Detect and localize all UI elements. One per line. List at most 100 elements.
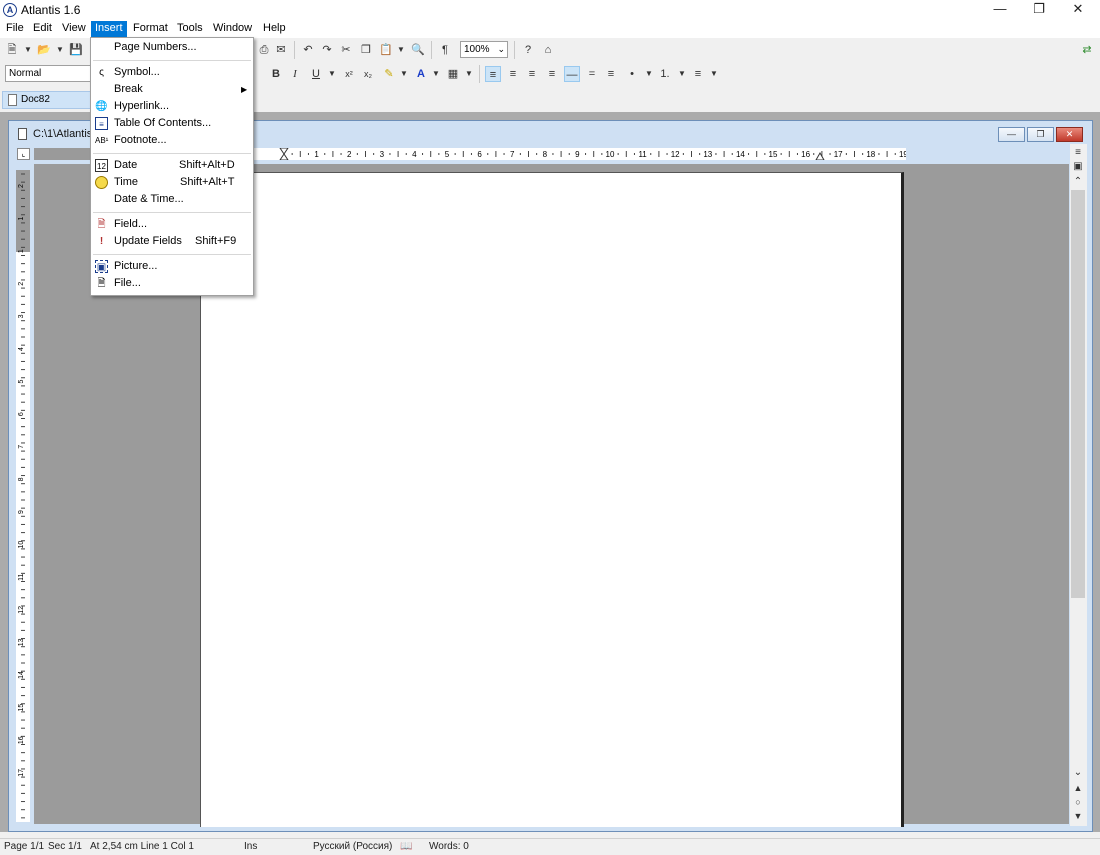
bullets-dropdown-icon[interactable]: ▼: [645, 66, 653, 82]
tab-doc82[interactable]: Doc82: [2, 91, 91, 109]
menu-item-field[interactable]: 🗎 Field...: [91, 216, 253, 233]
line-spacing-icon[interactable]: =: [584, 66, 600, 82]
menu-item-time[interactable]: Time Shift+Alt+T: [91, 174, 253, 191]
ruler-number: 3: [18, 314, 25, 318]
menu-format[interactable]: Format: [129, 21, 172, 38]
ruler-number: 1: [18, 249, 25, 253]
font-color-dropdown-icon[interactable]: ▼: [432, 66, 440, 82]
scroll-down-icon[interactable]: ⌄: [1071, 765, 1085, 781]
borders-icon[interactable]: ▦: [445, 66, 461, 82]
print-preview-icon[interactable]: ⎙: [256, 42, 272, 58]
menu-insert[interactable]: Insert: [91, 21, 127, 38]
open-folder-icon[interactable]: 📂: [36, 42, 52, 58]
app-title: Atlantis 1.6: [21, 3, 81, 17]
menu-edit[interactable]: Edit: [29, 21, 56, 38]
horizontal-ruler[interactable]: 1 2 3 4 5 6 7 8 9 10 11 12 13 14 15 16 17 18 19: [254, 148, 906, 160]
status-section: Sec 1/1: [48, 841, 82, 852]
justify-icon[interactable]: ≡: [544, 66, 560, 82]
highlight-icon[interactable]: ✎: [381, 66, 397, 82]
menu-item-date[interactable]: 12 Date Shift+Alt+D: [91, 157, 253, 174]
numbering-icon[interactable]: 1.: [657, 66, 673, 82]
document-page[interactable]: [200, 172, 904, 827]
multilevel-list-icon[interactable]: ≡: [690, 66, 706, 82]
scroll-up-icon[interactable]: ⌃: [1071, 174, 1085, 190]
minimize-icon[interactable]: —: [982, 0, 1018, 20]
menu-item-table-of-contents[interactable]: ≡ Table Of Contents...: [91, 115, 253, 132]
menu-item-date-time[interactable]: Date & Time...: [91, 191, 253, 208]
open-dropdown-icon[interactable]: ▼: [56, 42, 64, 58]
close-icon[interactable]: ✕: [1060, 0, 1096, 20]
superscript-icon[interactable]: x²: [341, 66, 357, 82]
ruler-number: 13: [18, 638, 25, 646]
underline-dropdown-icon[interactable]: ▼: [328, 66, 336, 82]
child-restore-icon[interactable]: ❐: [1027, 127, 1054, 142]
menu-item-page-numbers[interactable]: Page Numbers...: [91, 39, 253, 56]
vertical-ruler[interactable]: 211234567891011121314151617: [16, 170, 30, 822]
style-value: Normal: [9, 68, 42, 79]
new-dropdown-icon[interactable]: ▼: [24, 42, 32, 58]
field-icon: 🗎: [97, 219, 106, 230]
home-icon[interactable]: ⌂: [540, 42, 556, 58]
menu-help[interactable]: Help: [259, 21, 290, 38]
ruler-number: 1: [18, 217, 25, 221]
ruler-number: 14: [736, 150, 745, 159]
underline-icon[interactable]: U: [308, 66, 324, 82]
scrollbar-thumb[interactable]: [1071, 190, 1085, 598]
menu-item-footnote[interactable]: AB¹ Footnote...: [91, 132, 253, 149]
font-color-icon[interactable]: A: [413, 66, 429, 82]
find-icon[interactable]: 🔍: [410, 42, 426, 58]
highlight-dropdown-icon[interactable]: ▼: [400, 66, 408, 82]
help-icon[interactable]: ?: [520, 42, 536, 58]
bullets-icon[interactable]: •: [624, 66, 640, 82]
numbering-dropdown-icon[interactable]: ▼: [678, 66, 686, 82]
indent-marker-icon[interactable]: [279, 148, 289, 160]
new-document-icon[interactable]: 🗎: [4, 42, 20, 58]
sync-arrows-icon[interactable]: ⇄: [1079, 42, 1095, 58]
update-fields-icon: !: [99, 236, 104, 247]
ruler-number: 10: [606, 150, 615, 159]
menu-item-file[interactable]: 🗎 File...: [91, 275, 253, 292]
italic-icon[interactable]: I: [287, 66, 303, 82]
paste-icon[interactable]: 📋: [378, 42, 394, 58]
menu-item-hyperlink[interactable]: 🌐 Hyperlink...: [91, 98, 253, 115]
style-combo[interactable]: Normal: [5, 65, 91, 82]
ruler-number: 2: [18, 282, 25, 286]
save-icon[interactable]: 💾: [68, 42, 84, 58]
page-view-icon[interactable]: ▣: [1071, 159, 1085, 175]
cut-icon[interactable]: ✂: [338, 42, 354, 58]
copy-icon[interactable]: ❐: [358, 42, 374, 58]
subscript-icon[interactable]: x₂: [360, 66, 376, 82]
borders-dropdown-icon[interactable]: ▼: [465, 66, 473, 82]
restore-icon[interactable]: ❐: [1021, 0, 1057, 20]
pilcrow-icon[interactable]: ¶: [437, 42, 453, 58]
zoom-combo[interactable]: 100% ⌄: [460, 41, 508, 58]
menu-item-update-fields[interactable]: ! Update Fields Shift+F9: [91, 233, 253, 250]
menu-file[interactable]: File: [2, 21, 28, 38]
tab-stop-selector[interactable]: ⌞: [17, 148, 30, 160]
double-spacing-icon[interactable]: ≡: [603, 66, 619, 82]
next-page-icon[interactable]: ▼: [1071, 808, 1085, 824]
ruler-number: 11: [638, 150, 647, 159]
align-left-icon[interactable]: ≡: [485, 66, 501, 82]
menu-view[interactable]: View: [58, 21, 90, 38]
email-icon[interactable]: ✉: [273, 42, 289, 58]
menu-tools[interactable]: Tools: [173, 21, 207, 38]
redo-icon[interactable]: ↷: [319, 42, 335, 58]
status-insert-mode: Ins: [244, 841, 258, 852]
child-close-icon[interactable]: ✕: [1056, 127, 1083, 142]
right-indent-marker-icon[interactable]: [815, 151, 825, 160]
align-right-icon[interactable]: ≡: [524, 66, 540, 82]
menu-window[interactable]: Window: [209, 21, 256, 38]
status-page: Page 1/1: [4, 841, 45, 852]
multilevel-dropdown-icon[interactable]: ▼: [710, 66, 718, 82]
child-minimize-icon[interactable]: —: [998, 127, 1025, 142]
single-spacing-icon[interactable]: —: [564, 66, 580, 82]
undo-icon[interactable]: ↶: [300, 42, 316, 58]
menu-item-break[interactable]: Break ▶: [91, 81, 253, 98]
menu-item-symbol[interactable]: ς Symbol...: [91, 64, 253, 81]
menu-item-picture[interactable]: ▣ Picture...: [91, 258, 253, 275]
paste-dropdown-icon[interactable]: ▼: [397, 42, 405, 58]
align-center-icon[interactable]: ≡: [505, 66, 521, 82]
app-titlebar: [0, 0, 1100, 20]
bold-icon[interactable]: B: [268, 66, 284, 82]
